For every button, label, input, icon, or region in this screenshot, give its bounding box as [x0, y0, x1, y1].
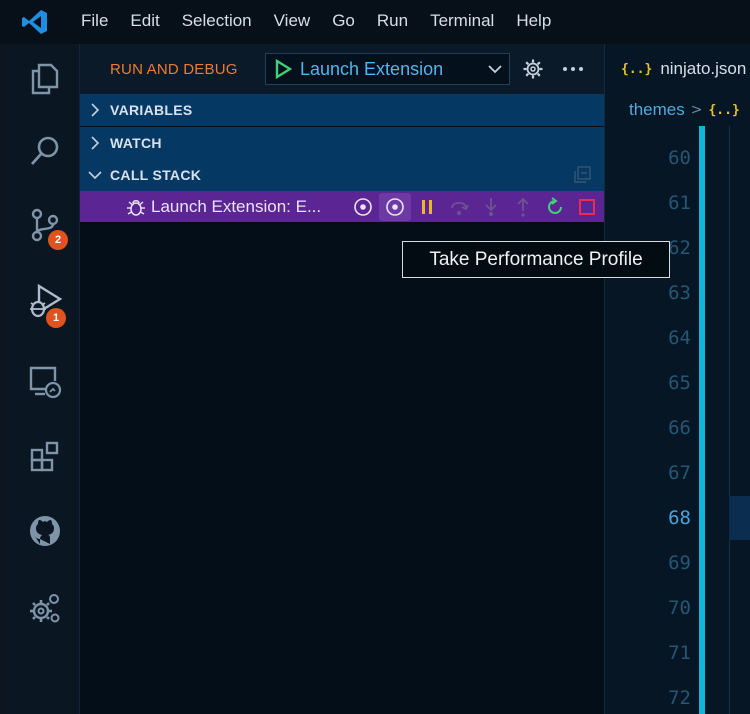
step-over-icon: [443, 193, 475, 221]
activity-explorer[interactable]: [10, 44, 80, 114]
pause-icon[interactable]: [411, 193, 443, 221]
call-stack-label: CALL STACK: [110, 167, 202, 183]
remote-explorer-icon: [29, 366, 62, 399]
activity-remote-explorer[interactable]: [10, 346, 80, 416]
thread-actions: [347, 192, 603, 221]
tooltip: Take Performance Profile: [402, 241, 670, 278]
start-debugging-icon[interactable]: [272, 58, 294, 80]
source-control-badge: 2: [48, 230, 68, 250]
line-number: 60: [668, 147, 691, 169]
open-launch-json-gear-icon[interactable]: [516, 53, 550, 85]
activity-search[interactable]: [10, 116, 80, 186]
menu-view[interactable]: View: [263, 0, 322, 44]
restart-icon[interactable]: [539, 193, 571, 221]
line-number: 66: [668, 417, 691, 439]
record-icon[interactable]: [347, 193, 379, 221]
menu-selection[interactable]: Selection: [171, 0, 263, 44]
tab-bar: {..} ninjato.json: [605, 44, 750, 94]
activity-bar: 2 1: [10, 44, 80, 714]
more-actions-icon[interactable]: [556, 53, 590, 85]
line-number: 67: [668, 462, 691, 484]
line-number: 72: [668, 687, 691, 709]
line-number: 61: [668, 192, 691, 214]
window-edge: [0, 44, 10, 714]
menu-run[interactable]: Run: [366, 0, 419, 44]
call-stack-thread-row[interactable]: Launch Extension: E...: [80, 191, 604, 222]
tab-label: ninjato.json: [660, 59, 747, 78]
stop-icon[interactable]: [571, 193, 603, 221]
debug-sidebar: RUN AND DEBUG Launch Extension VARIABLES…: [80, 44, 604, 714]
menu-terminal[interactable]: Terminal: [419, 0, 505, 44]
line-number-current: 68: [668, 507, 691, 529]
github-icon: [30, 516, 60, 546]
menu-bar: File Edit Selection View Go Run Terminal…: [70, 0, 562, 44]
step-into-icon: [475, 193, 507, 221]
call-stack-section-header[interactable]: CALL STACK: [80, 159, 604, 191]
indent-guide: [729, 126, 730, 714]
search-icon: [30, 136, 59, 165]
activity-run-and-debug[interactable]: 1: [10, 266, 80, 336]
menu-edit[interactable]: Edit: [119, 0, 170, 44]
menu-go[interactable]: Go: [321, 0, 366, 44]
breadcrumb-folder[interactable]: themes: [629, 100, 685, 120]
editor-area: {..} ninjato.json themes > {..} 60 61 62…: [604, 44, 750, 714]
debug-toolbar: RUN AND DEBUG Launch Extension: [80, 44, 604, 94]
modified-gutter-bar: [699, 126, 705, 714]
breadcrumb: themes > {..}: [605, 94, 750, 126]
tab-ninjato-json[interactable]: {..} ninjato.json: [605, 44, 750, 94]
activity-manage[interactable]: [10, 574, 80, 644]
collapse-all-icon[interactable]: [572, 165, 592, 185]
line-number: 64: [668, 327, 691, 349]
variables-label: VARIABLES: [110, 102, 193, 118]
debug-badge: 1: [46, 308, 66, 328]
tooltip-text: Take Performance Profile: [429, 248, 643, 270]
gear-icon: [30, 594, 60, 623]
variables-section-header[interactable]: VARIABLES: [80, 94, 604, 126]
watch-label: WATCH: [110, 135, 162, 151]
extensions-icon: [30, 441, 59, 472]
chevron-right-icon: [80, 103, 110, 117]
bug-icon: [125, 196, 147, 218]
chevron-down-icon: [80, 170, 110, 180]
breadcrumb-separator: >: [690, 102, 703, 118]
take-performance-profile-icon[interactable]: [379, 192, 411, 221]
chevron-right-icon: [80, 136, 110, 150]
json-file-icon: {..}: [621, 61, 653, 77]
launch-config-label: Launch Extension: [300, 58, 444, 79]
activity-extensions[interactable]: [10, 422, 80, 492]
launch-config-select[interactable]: Launch Extension: [265, 53, 510, 85]
menu-help[interactable]: Help: [505, 0, 562, 44]
current-line-highlight: [729, 496, 750, 540]
line-number: 71: [668, 642, 691, 664]
json-file-icon[interactable]: {..}: [708, 103, 739, 118]
activity-source-control[interactable]: 2: [10, 190, 80, 260]
line-number: 70: [668, 597, 691, 619]
files-icon: [31, 63, 59, 95]
debug-title: RUN AND DEBUG: [110, 60, 238, 78]
step-out-icon: [507, 193, 539, 221]
watch-section-header[interactable]: WATCH: [80, 127, 604, 159]
line-number: 65: [668, 372, 691, 394]
thread-label: Launch Extension: E...: [151, 196, 322, 216]
activity-github[interactable]: [10, 496, 80, 566]
vscode-logo-icon: [0, 0, 70, 44]
menu-file[interactable]: File: [70, 0, 119, 44]
line-number: 63: [668, 282, 691, 304]
line-number: 69: [668, 552, 691, 574]
chevron-down-icon: [481, 64, 509, 74]
title-bar: File Edit Selection View Go Run Terminal…: [0, 0, 750, 44]
